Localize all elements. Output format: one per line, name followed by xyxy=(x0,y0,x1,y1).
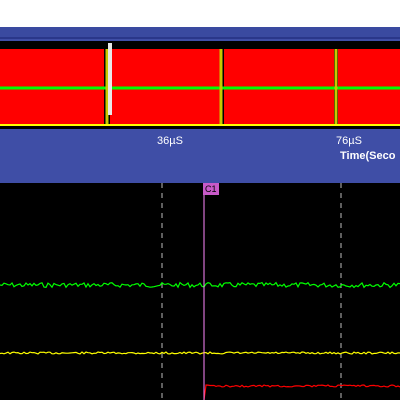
overview-header-bar xyxy=(0,27,400,39)
overview-waveform xyxy=(0,43,400,126)
overview-trace-area[interactable] xyxy=(0,41,400,129)
waveform-display[interactable]: C1 xyxy=(0,183,400,400)
window-top-strip xyxy=(0,0,400,27)
yellow-trace xyxy=(0,351,400,355)
tick-label: 76µS xyxy=(336,135,362,147)
red-trace xyxy=(203,384,400,400)
time-axis: 36µS 76µS Time(Seco xyxy=(0,127,400,183)
axis-title: Time(Seco xyxy=(340,150,396,162)
overview-panel[interactable]: 36µS 76µS Time(Seco xyxy=(0,27,400,183)
waveform-canvas xyxy=(0,183,400,400)
overview-position-handle xyxy=(108,43,112,115)
cursor-c1-label[interactable]: C1 xyxy=(203,183,219,195)
green-trace xyxy=(0,281,400,289)
tick-label: 36µS xyxy=(157,135,183,147)
